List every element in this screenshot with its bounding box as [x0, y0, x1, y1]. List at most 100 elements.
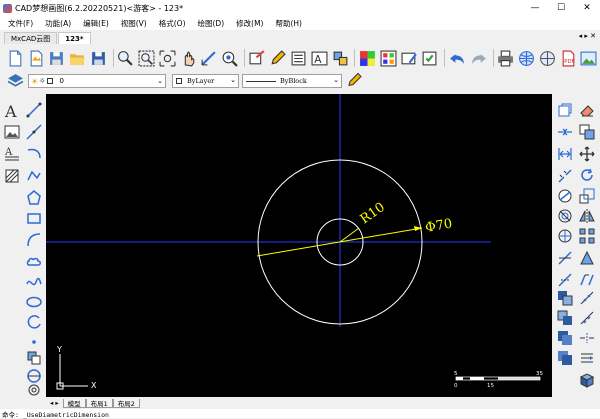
tab-mxcad-cloud[interactable]: MxCAD云图 [4, 32, 58, 44]
zoom-extents-icon[interactable] [158, 48, 177, 68]
new-file-icon[interactable] [6, 48, 25, 68]
print-icon[interactable] [497, 48, 516, 68]
rotate-icon[interactable] [577, 166, 597, 186]
3d-box-icon[interactable] [577, 370, 597, 390]
explode-icon[interactable] [577, 248, 597, 268]
window-title: CAD梦想画图(6.2.20220521)<游客> - 123* [15, 3, 184, 13]
linetype-select[interactable]: ByLayer ⌄ [172, 74, 239, 88]
rectangle-tool-icon[interactable] [24, 208, 44, 228]
copy-object-icon[interactable] [577, 122, 597, 142]
maximize-button[interactable]: ☐ [548, 0, 574, 16]
pencil-icon[interactable] [269, 48, 288, 68]
stretch-icon[interactable] [555, 144, 575, 164]
scale-label-15: 15 [487, 383, 494, 389]
save-as-icon[interactable] [47, 48, 66, 68]
offset-icon[interactable] [555, 206, 575, 226]
polygon-tool-icon[interactable] [24, 188, 44, 208]
zoom-realtime-icon[interactable] [117, 48, 136, 68]
web-globe-icon[interactable] [517, 48, 536, 68]
insert-block-icon[interactable] [24, 348, 44, 368]
redo-icon[interactable] [469, 48, 488, 68]
align-icon[interactable] [577, 348, 597, 368]
drawing-canvas[interactable]: R10 Φ70 Y X 5 35 0 15 [46, 94, 552, 397]
polyline-tool-icon[interactable] [24, 166, 44, 186]
command-line[interactable]: 命令: _UseDiametricDimension [0, 409, 600, 419]
select-similar-icon[interactable] [420, 48, 439, 68]
xline-tool-icon[interactable] [24, 122, 44, 142]
text-style-icon[interactable]: A [310, 48, 329, 68]
join-icon[interactable] [577, 270, 597, 290]
chamfer-icon[interactable] [555, 226, 575, 246]
lengthen-icon[interactable] [555, 270, 575, 290]
web-share-icon[interactable] [538, 48, 557, 68]
draworder-under-icon[interactable] [555, 348, 575, 368]
command-line-text: 命令: _UseDiametricDimension [2, 410, 109, 419]
zoom-window-icon[interactable] [137, 48, 156, 68]
measure-divide-icon[interactable] [577, 308, 597, 328]
line-tool-icon[interactable] [24, 100, 44, 120]
layer-color-icon[interactable] [358, 48, 377, 68]
draworder-front-icon[interactable] [555, 288, 575, 308]
scale-icon[interactable] [577, 186, 597, 206]
copy-clip-icon[interactable] [555, 100, 575, 120]
divide-icon[interactable] [577, 288, 597, 308]
attribute-edit-icon[interactable] [400, 48, 419, 68]
tab-layout2[interactable]: 布局2 [112, 398, 140, 408]
move-icon[interactable] [577, 144, 597, 164]
minimize-button[interactable]: — [522, 0, 548, 16]
export-image-icon[interactable] [579, 48, 598, 68]
hatch-tool-icon[interactable] [2, 166, 22, 186]
break-at-point-icon[interactable] [577, 328, 597, 348]
menu-help[interactable]: 帮助(H) [275, 18, 302, 29]
mirror-icon[interactable] [577, 206, 597, 226]
arc-tool-icon[interactable] [24, 144, 44, 164]
new-template-icon[interactable] [27, 48, 46, 68]
ellipse-tool-icon[interactable] [24, 292, 44, 312]
draworder-back-icon[interactable] [555, 308, 575, 328]
block-icon[interactable] [331, 48, 350, 68]
circle-tool-icon[interactable] [24, 312, 44, 332]
array-icon[interactable] [577, 226, 597, 246]
layout-nav-arrows[interactable]: ◂ ▸ [50, 399, 59, 407]
revcloud-tool-icon[interactable] [24, 252, 44, 272]
text-tool-icon[interactable]: A [2, 100, 22, 120]
properties-icon[interactable] [289, 48, 308, 68]
tab-nav-controls[interactable]: ◂ ▸ ✕ [579, 32, 596, 40]
trim-icon[interactable] [555, 248, 575, 268]
close-button[interactable]: ✕ [574, 0, 600, 16]
find-icon[interactable] [220, 48, 239, 68]
extend-icon[interactable] [555, 122, 575, 142]
tab-model[interactable]: 模型 [62, 398, 86, 408]
lineweight-value: ByBlock [280, 77, 307, 85]
menu-function[interactable]: 功能(A) [45, 18, 71, 29]
pan-hand-icon[interactable] [179, 48, 198, 68]
lineweight-select[interactable]: ByBlock ⌄ [242, 74, 342, 88]
draworder-above-icon[interactable] [555, 328, 575, 348]
export-pdf-icon[interactable]: PDF [559, 48, 578, 68]
tab-drawing-123[interactable]: 123* [58, 32, 91, 44]
menu-modify[interactable]: 修改(M) [236, 18, 263, 29]
palette-icon[interactable] [379, 48, 398, 68]
undo-icon[interactable] [448, 48, 467, 68]
layer-manager-icon[interactable] [6, 73, 24, 89]
menu-draw[interactable]: 绘图(D) [198, 18, 225, 29]
menu-format[interactable]: 格式(O) [159, 18, 186, 29]
menu-edit[interactable]: 编辑(E) [83, 18, 109, 29]
open-folder-icon[interactable] [68, 48, 87, 68]
measure-icon[interactable] [199, 48, 218, 68]
redraw-icon[interactable] [248, 48, 267, 68]
table-tool-icon[interactable] [24, 380, 44, 400]
fillet-icon[interactable] [555, 186, 575, 206]
spline-tool-icon[interactable] [24, 272, 44, 292]
menu-view[interactable]: 视图(V) [121, 18, 147, 29]
match-properties-icon[interactable] [346, 72, 362, 88]
image-tool-icon[interactable] [2, 122, 22, 142]
tab-layout1[interactable]: 布局1 [85, 398, 113, 408]
break-icon[interactable] [555, 166, 575, 186]
arc-3point-tool-icon[interactable] [24, 230, 44, 250]
mtext-tool-icon[interactable]: A [2, 144, 22, 164]
menu-file[interactable]: 文件(F) [8, 18, 33, 29]
layer-select[interactable]: ☀ ☼ 0 ⌄ [28, 74, 166, 88]
eraser-icon[interactable] [577, 100, 597, 120]
save-icon[interactable] [89, 48, 108, 68]
